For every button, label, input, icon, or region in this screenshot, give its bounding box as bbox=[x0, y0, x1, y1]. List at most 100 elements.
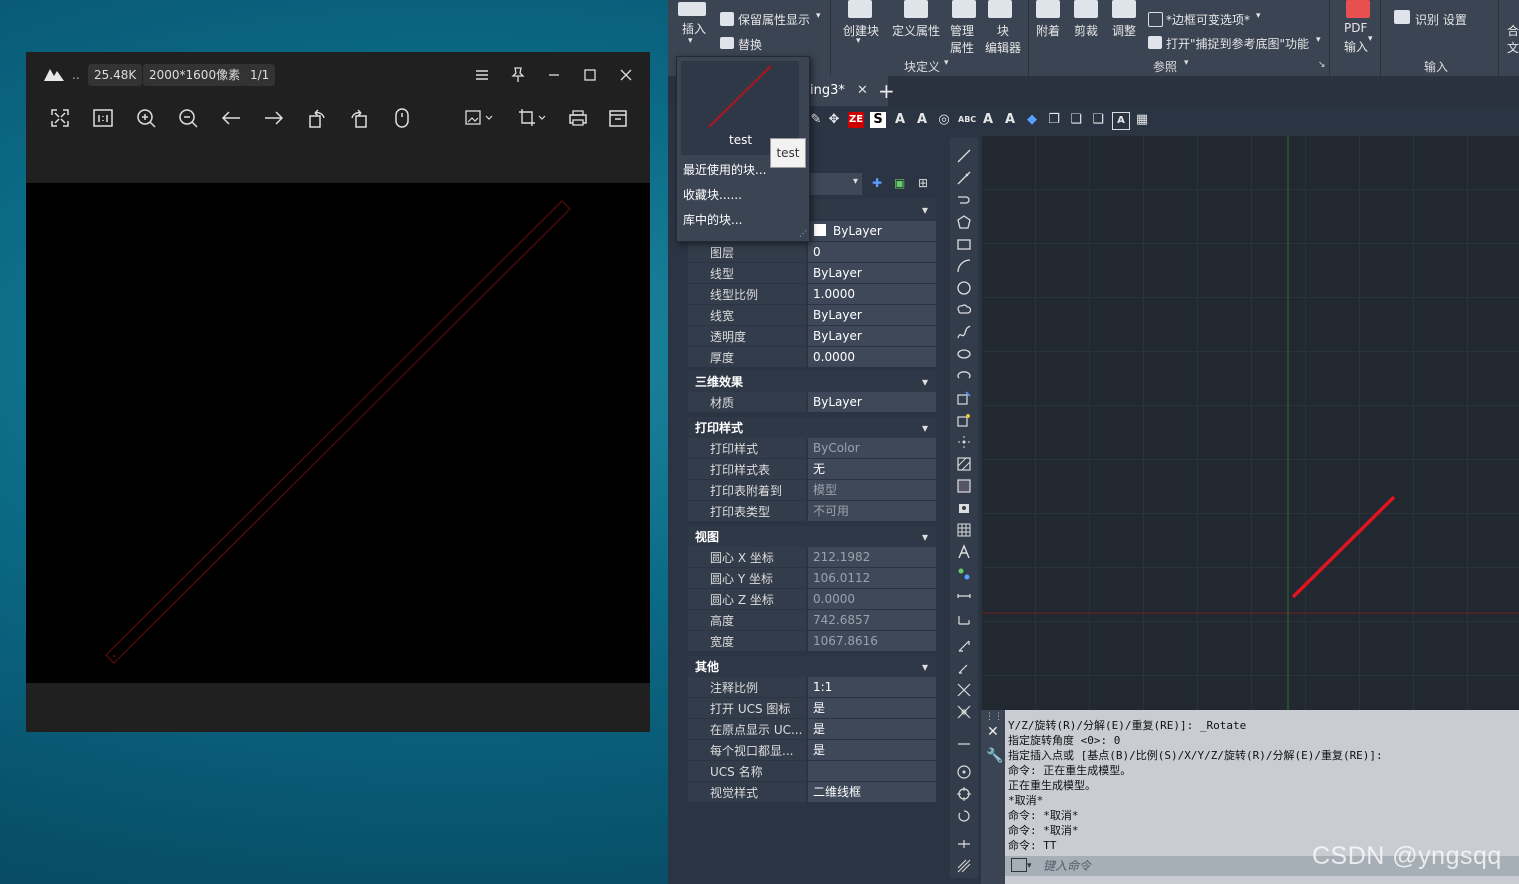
make-block-icon[interactable] bbox=[956, 412, 972, 428]
grip-icon[interactable]: ⋮⋮ bbox=[985, 712, 1003, 722]
fullscreen-icon[interactable] bbox=[49, 107, 71, 129]
linear-dim-icon[interactable] bbox=[956, 590, 972, 606]
panel-block-def-arrow-icon[interactable]: ▾ bbox=[944, 58, 949, 68]
table-tool-icon[interactable] bbox=[956, 522, 972, 538]
prop-row[interactable]: 透明度 ByLayer bbox=[688, 326, 936, 346]
panel-reference-arrow-icon[interactable]: ▾ bbox=[1184, 58, 1189, 68]
pencil-icon[interactable]: ✎ bbox=[808, 112, 824, 128]
block-editor-button[interactable]: 块 bbox=[997, 22, 1009, 39]
insert-dropdown-arrow-icon[interactable]: ▾ bbox=[688, 36, 693, 46]
select-objects-icon[interactable]: ▣ bbox=[894, 176, 910, 192]
drawing-canvas[interactable] bbox=[981, 135, 1519, 710]
stack2-icon[interactable]: ❏ bbox=[1090, 112, 1106, 128]
rotate-right-icon[interactable] bbox=[348, 107, 370, 129]
prev-icon[interactable] bbox=[220, 107, 242, 129]
text-edit-icon[interactable]: A bbox=[914, 112, 930, 128]
close-icon[interactable]: ✕ bbox=[987, 724, 999, 740]
edit-image-icon[interactable] bbox=[464, 107, 494, 129]
section-3d-effects[interactable]: 三维效果 ▾ bbox=[688, 371, 936, 393]
crop-icon[interactable] bbox=[517, 107, 547, 129]
radius-dim-icon[interactable] bbox=[956, 682, 972, 698]
clip-button[interactable]: 剪裁 bbox=[1074, 22, 1098, 39]
prop-value-color[interactable]: ByLayer bbox=[808, 221, 936, 241]
prop-value[interactable]: 1067.8616 bbox=[808, 631, 936, 651]
prop-row[interactable]: 打开 UCS 图标 是 bbox=[688, 698, 936, 718]
gradient-icon[interactable] bbox=[956, 478, 972, 494]
replace-button[interactable]: 替换 bbox=[738, 36, 762, 53]
pdf-import-arrow-icon[interactable]: ▾ bbox=[1368, 34, 1373, 44]
circle-icon[interactable] bbox=[956, 280, 972, 296]
ellipse-arc-icon[interactable] bbox=[956, 368, 972, 384]
wrench-icon[interactable]: 🔧 bbox=[986, 748, 1003, 764]
print-icon[interactable] bbox=[567, 107, 589, 129]
rectangle-icon[interactable] bbox=[956, 236, 972, 252]
frame-variable-dropdown[interactable]: *边框可变选项* bbox=[1166, 11, 1250, 28]
maximize-icon[interactable] bbox=[580, 65, 600, 85]
prop-value[interactable]: 是 bbox=[808, 698, 936, 718]
polygon-icon[interactable] bbox=[956, 214, 972, 230]
menu-icon[interactable] bbox=[472, 65, 492, 85]
point-icon[interactable] bbox=[956, 434, 972, 450]
create-block-button[interactable]: 创建块 bbox=[843, 22, 879, 39]
xline-icon[interactable] bbox=[956, 170, 972, 186]
region-icon[interactable] bbox=[956, 500, 972, 516]
prop-row[interactable]: 打印表类型 不可用 bbox=[688, 501, 936, 521]
partial-button[interactable]: 合 bbox=[1507, 22, 1519, 39]
manage-attr-button[interactable]: 管理 bbox=[950, 22, 974, 39]
prop-value[interactable]: 无 bbox=[808, 459, 936, 479]
prop-value[interactable]: 二维线框 bbox=[808, 782, 936, 802]
prop-row[interactable]: 线宽 ByLayer bbox=[688, 305, 936, 325]
prop-row[interactable]: 高度 742.6857 bbox=[688, 610, 936, 630]
resize-grip-icon[interactable]: ⋰ bbox=[799, 229, 807, 238]
pdf-import-button[interactable]: PDF bbox=[1344, 21, 1367, 35]
spline-icon[interactable] bbox=[956, 324, 972, 340]
zoom-in-icon[interactable] bbox=[135, 107, 157, 129]
table-icon[interactable]: ▦ bbox=[1134, 112, 1150, 128]
quick-select-icon[interactable]: ✚ bbox=[872, 176, 888, 192]
prop-value[interactable]: 不可用 bbox=[808, 501, 936, 521]
prop-value[interactable]: 是 bbox=[808, 719, 936, 739]
panel-launcher-icon[interactable]: ↘ bbox=[1318, 60, 1326, 70]
prop-value[interactable]: 模型 bbox=[808, 480, 936, 500]
prop-row[interactable]: 材质 ByLayer bbox=[688, 392, 936, 412]
partial-button-line2[interactable]: 文 bbox=[1507, 39, 1519, 56]
text-scale-icon[interactable]: A bbox=[980, 112, 996, 128]
mouse-icon[interactable] bbox=[391, 107, 413, 129]
prop-value[interactable]: 1:1 bbox=[808, 677, 936, 697]
selection-dropdown[interactable]: ▾ bbox=[810, 173, 862, 195]
zoom-out-icon[interactable] bbox=[177, 107, 199, 129]
text-justify-icon[interactable]: A bbox=[1002, 112, 1018, 128]
section-print-style[interactable]: 打印样式 ▾ bbox=[688, 417, 936, 439]
prop-value[interactable]: 742.6857 bbox=[808, 610, 936, 630]
layer-icon[interactable]: ◆ bbox=[1024, 112, 1040, 128]
prop-value[interactable]: ByColor bbox=[808, 438, 936, 458]
prop-value[interactable] bbox=[808, 761, 936, 781]
prop-row[interactable]: 宽度 1067.8616 bbox=[688, 631, 936, 651]
diameter-dim-icon[interactable] bbox=[956, 736, 972, 752]
hatch-icon[interactable] bbox=[956, 456, 972, 472]
prop-row[interactable]: 打印表附着到 模型 bbox=[688, 480, 936, 500]
polyline-icon[interactable] bbox=[956, 192, 972, 208]
manage-attr-button-line2[interactable]: 属性 bbox=[950, 39, 974, 56]
ordinate-dim-icon[interactable] bbox=[956, 660, 972, 676]
spellcheck-icon[interactable]: ABC bbox=[958, 112, 976, 128]
prop-row[interactable]: 每个视口都显... 是 bbox=[688, 740, 936, 760]
prop-row[interactable]: 在原点显示 UC... 是 bbox=[688, 719, 936, 739]
menu-item-favorite-blocks[interactable]: 收藏块...... bbox=[683, 186, 742, 203]
prop-row[interactable]: 圆心 Y 坐标 106.0112 bbox=[688, 568, 936, 588]
prop-value[interactable]: 1.0000 bbox=[808, 284, 936, 304]
ellipse-icon[interactable] bbox=[956, 346, 972, 362]
copy-layer-icon[interactable]: ❐ bbox=[1046, 112, 1062, 128]
prop-value[interactable]: 212.1982 bbox=[808, 547, 936, 567]
pickadd-icon[interactable]: ⊞ bbox=[918, 176, 934, 192]
text-style-icon[interactable]: A bbox=[892, 112, 908, 128]
prop-row[interactable]: 图层 0 bbox=[688, 242, 936, 262]
prop-row[interactable]: 注释比例 1:1 bbox=[688, 677, 936, 697]
prop-value[interactable]: ByLayer bbox=[808, 326, 936, 346]
arc-icon[interactable] bbox=[956, 258, 972, 274]
prop-value[interactable]: 106.0112 bbox=[808, 568, 936, 588]
prop-row[interactable]: 圆心 X 坐标 212.1982 bbox=[688, 547, 936, 567]
prop-value[interactable]: 0.0000 bbox=[808, 347, 936, 367]
quick-dim-icon[interactable] bbox=[956, 836, 972, 852]
prop-row[interactable]: 打印样式 ByColor bbox=[688, 438, 936, 458]
